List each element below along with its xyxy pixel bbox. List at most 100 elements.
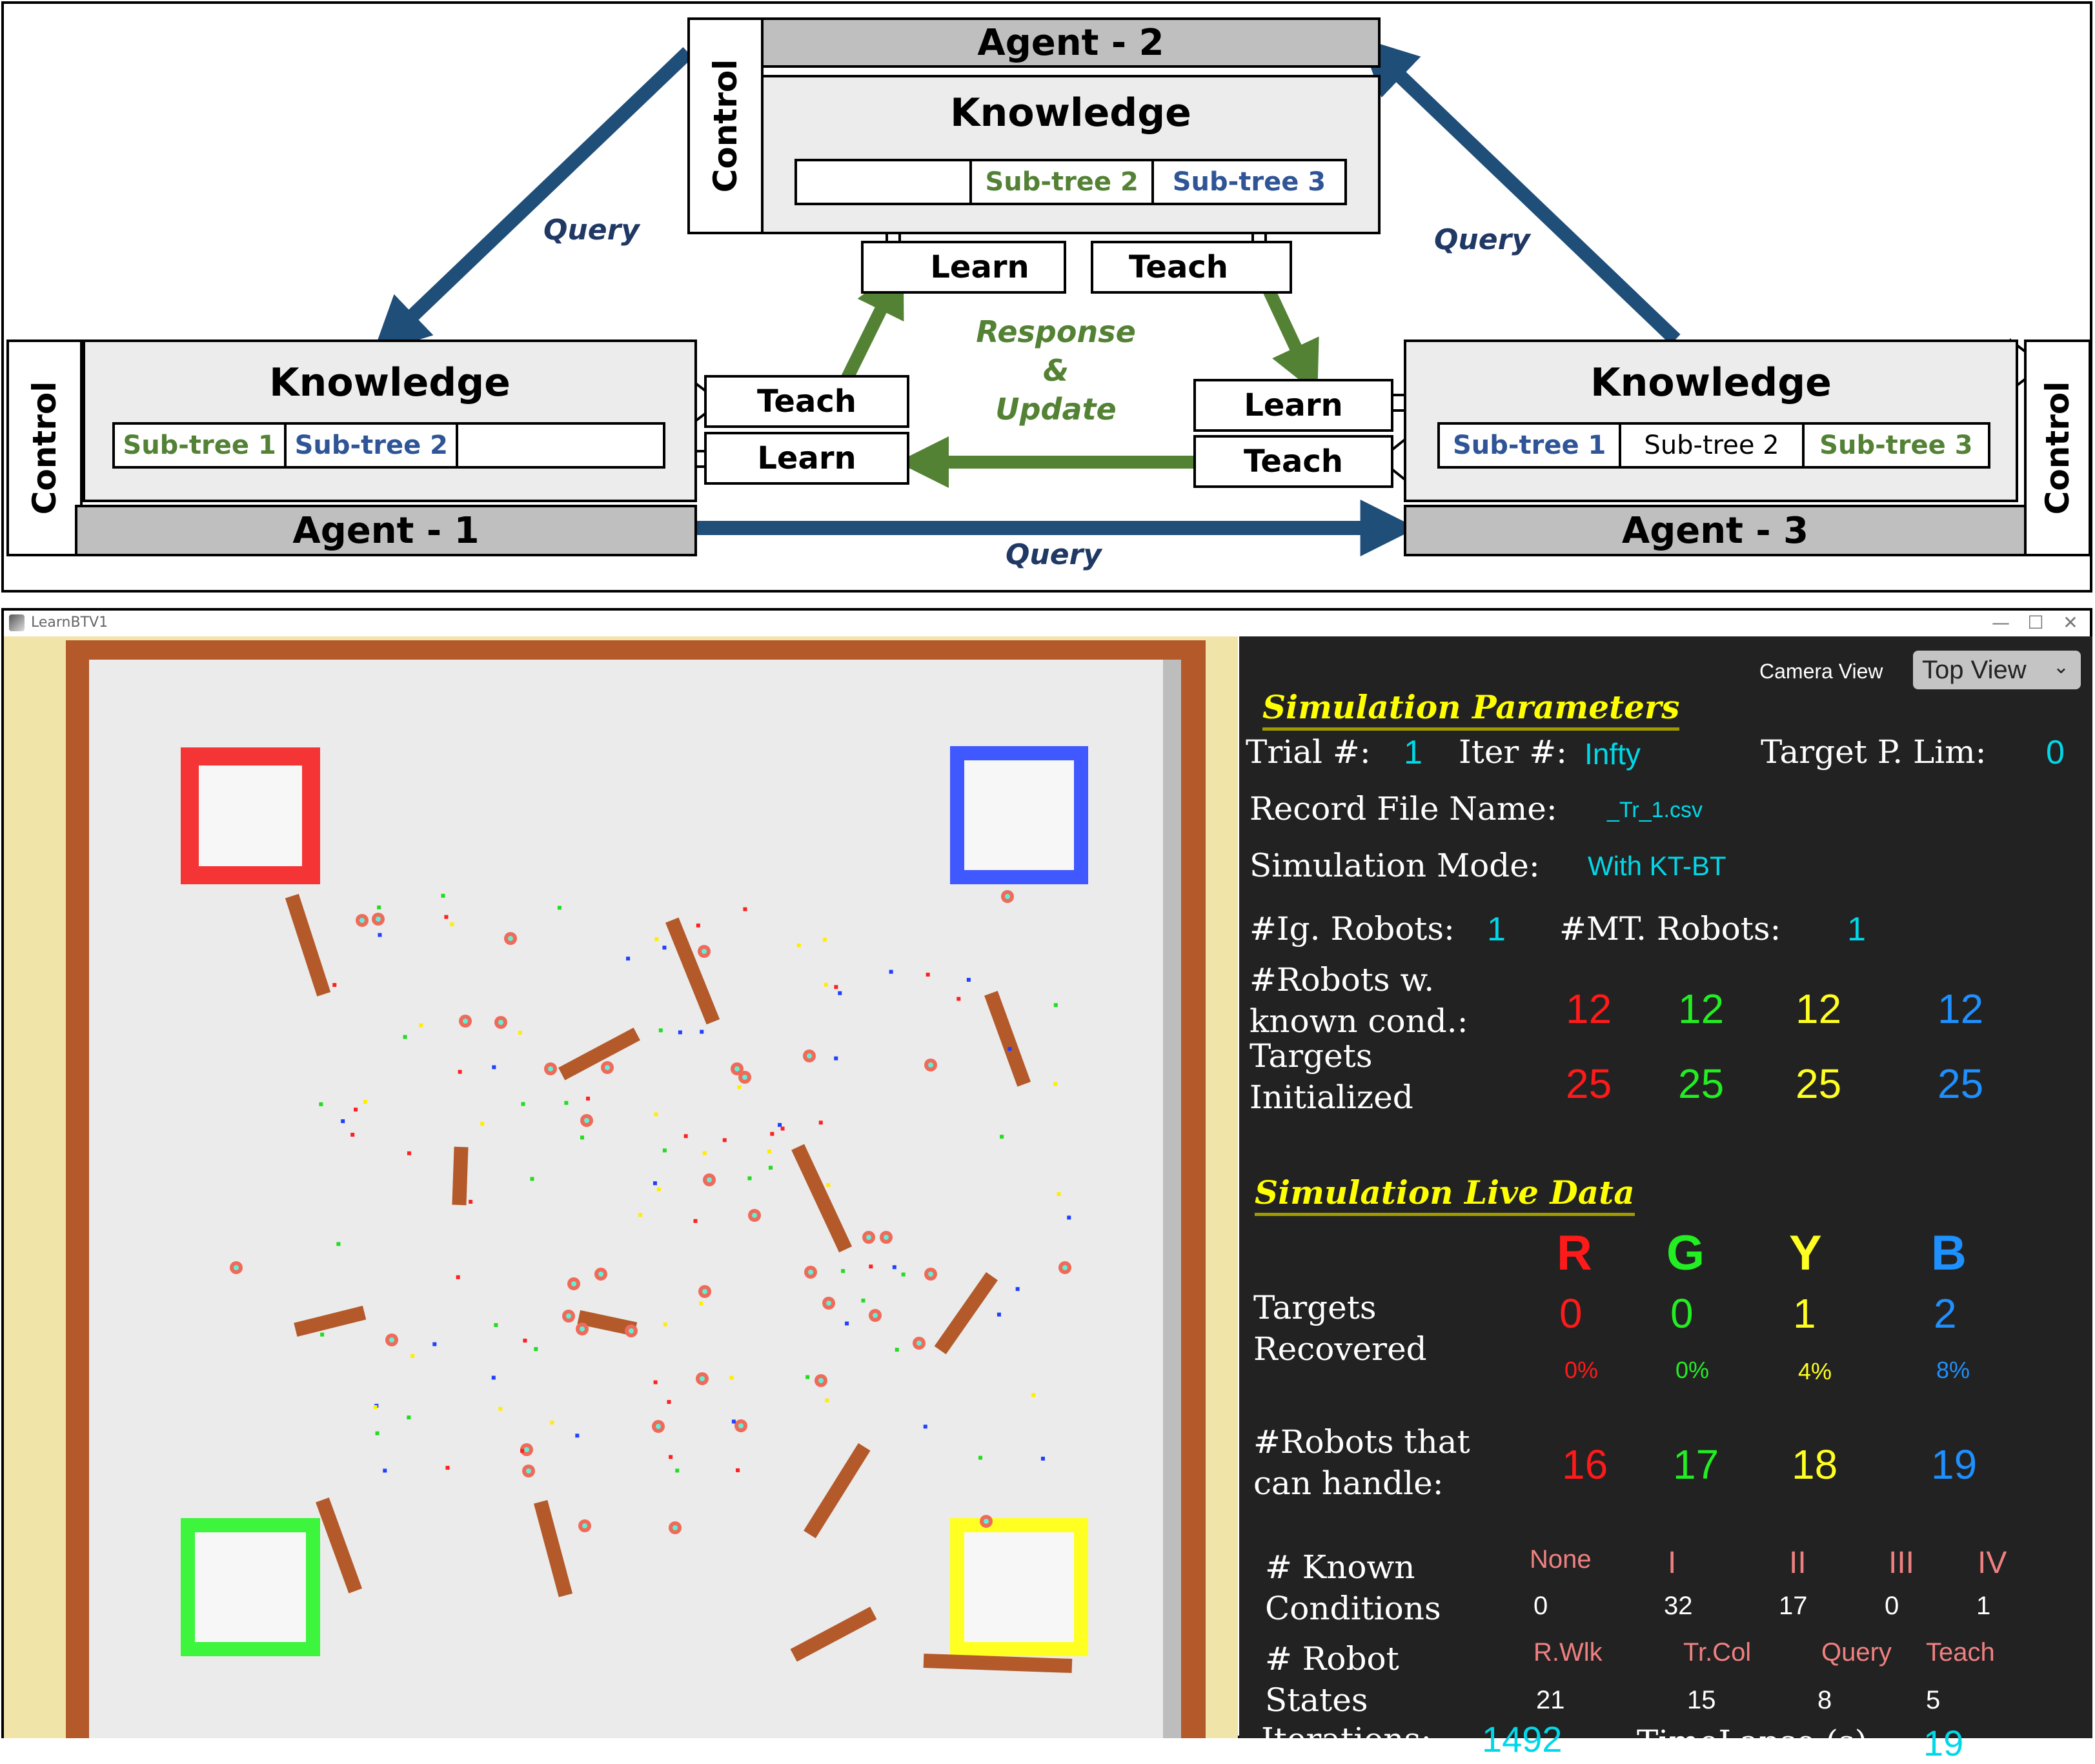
target-item	[530, 1177, 534, 1181]
camera-view-dropdown[interactable]: Top View ⌄	[1913, 651, 2081, 689]
target-item	[662, 1148, 667, 1153]
targets-initialized-yellow: 25	[1796, 1060, 1842, 1107]
target-item	[557, 906, 562, 910]
recovered-yellow: 1	[1793, 1290, 1816, 1337]
agent3-knowledge: Knowledge	[1404, 340, 2018, 502]
target-item	[824, 982, 828, 987]
simulation-mode-label: Simulation Mode:	[1250, 847, 1540, 884]
target-item	[834, 985, 838, 989]
robot-sensor	[700, 1376, 705, 1381]
robot-sensor	[738, 1423, 744, 1428]
target-item	[564, 1100, 569, 1105]
timelapse-label: TimeLapse (s):	[1637, 1723, 1879, 1761]
target-lim-label: Target P. Lim:	[1761, 733, 1987, 771]
targets-recovered-label: Targets Recovered	[1253, 1287, 1427, 1370]
maximize-button[interactable]: ☐	[2023, 612, 2049, 633]
query-label-right: Query	[1434, 223, 1530, 256]
target-item	[796, 943, 801, 948]
robot-sensor	[605, 1065, 610, 1070]
targets-initialized-red: 25	[1566, 1060, 1612, 1107]
obstacle-wall	[923, 1653, 1073, 1674]
target-item	[956, 997, 961, 1001]
state-value-trcol: 15	[1687, 1686, 1716, 1714]
simulation-window: LearnBTV1 — ☐ ✕ Camera View Top View ⌄ S…	[1, 608, 2092, 1763]
target-item	[354, 1108, 358, 1112]
close-button[interactable]: ✕	[2058, 612, 2083, 633]
target-item	[407, 1151, 411, 1155]
obstacle-wall	[558, 1028, 640, 1080]
target-item	[407, 1415, 411, 1420]
known-cond-blue: 12	[1938, 986, 1984, 1032]
cond-value-i: 32	[1664, 1592, 1693, 1620]
ig-robots-value: 1	[1487, 911, 1506, 948]
recovered-pct-green: 0%	[1675, 1357, 1710, 1383]
agent1-learn-label: Learn	[757, 440, 856, 476]
targets-initialized-line2: Initialized	[1250, 1079, 1413, 1116]
target-item	[626, 957, 631, 961]
target-item	[1053, 1082, 1058, 1086]
target-item	[826, 1182, 831, 1187]
cond-value-none: 0	[1533, 1592, 1548, 1620]
target-item	[319, 1102, 323, 1106]
query-arrow-agent3-to-agent2	[1360, 37, 1681, 345]
agent1-control-label: Control	[26, 381, 63, 515]
robot-sensor	[463, 1019, 468, 1024]
target-item	[895, 1348, 899, 1352]
known-cond-red: 12	[1566, 986, 1612, 1032]
robot-sensor	[580, 1326, 585, 1332]
ig-robots-label: #Ig. Robots:	[1250, 910, 1455, 948]
target-item	[805, 1375, 810, 1379]
obstacle-wall	[791, 1144, 853, 1253]
robot-sensor	[1005, 894, 1010, 899]
targets-recovered-line2: Recovered	[1253, 1330, 1427, 1368]
robots-can-handle-line1: #Robots that	[1253, 1423, 1470, 1461]
target-item	[445, 1466, 450, 1470]
response-label: Response	[976, 314, 1136, 349]
target-item	[822, 937, 827, 942]
target-item	[373, 1404, 378, 1409]
target-item	[768, 1166, 773, 1170]
robot-sensor	[656, 1424, 661, 1429]
agent2-bar: Agent - 2	[761, 17, 1381, 68]
agent2-knowledge-title: Knowledge	[950, 90, 1191, 136]
target-item	[722, 1138, 727, 1142]
robot-sensor	[571, 1281, 576, 1286]
record-file-value: _Tr_1.csv	[1607, 798, 1703, 822]
query-label-bottom: Query	[1006, 538, 1102, 571]
robot-sensor	[598, 1272, 603, 1277]
known-cond-green: 12	[1678, 986, 1725, 1032]
target-item	[658, 1028, 663, 1033]
target-lim-value: 0	[2046, 734, 2065, 771]
agent3-learn-label: Learn	[1244, 387, 1343, 423]
recovered-green: 0	[1670, 1290, 1694, 1337]
agent3-subtree-3: Sub-tree 3	[1819, 431, 1973, 460]
target-item	[336, 1242, 341, 1246]
handle-blue: 19	[1931, 1441, 1978, 1488]
agent3-subtree-1: Sub-tree 1	[1440, 425, 1622, 466]
target-item	[654, 937, 659, 941]
target-item	[494, 1323, 498, 1327]
target-item	[923, 1424, 927, 1429]
target-item	[383, 1468, 387, 1473]
agent2-subtree-2: Sub-tree 2	[972, 161, 1154, 203]
robot-states-label: # Robot States	[1265, 1638, 1399, 1721]
header-g: G	[1666, 1226, 1705, 1281]
trial-value: 1	[1404, 734, 1422, 771]
response-arrow-a1-teach-to-a2-learn	[840, 263, 904, 383]
agent3-control-label: Control	[2039, 381, 2076, 515]
kt-bt-architecture-diagram: Control Agent - 2 Knowledge Sub-tree 2 S…	[1, 1, 2092, 593]
agent1-label: Agent - 1	[292, 509, 480, 552]
target-item	[332, 983, 337, 988]
agent3-subtree-2: Sub-tree 2	[1621, 425, 1805, 466]
target-item	[669, 1455, 673, 1459]
target-item	[818, 1120, 823, 1125]
agent1-knowledge-title: Knowledge	[269, 360, 511, 405]
robot-sensor	[584, 1118, 589, 1123]
target-item	[1000, 1135, 1004, 1139]
header-r: R	[1557, 1226, 1592, 1281]
robot-sensor	[548, 1066, 553, 1071]
minimize-button[interactable]: —	[1988, 612, 2014, 633]
arena-objects	[230, 890, 1073, 1674]
agent2-teach-box: Teach	[1091, 241, 1292, 294]
target-item	[469, 1199, 473, 1204]
